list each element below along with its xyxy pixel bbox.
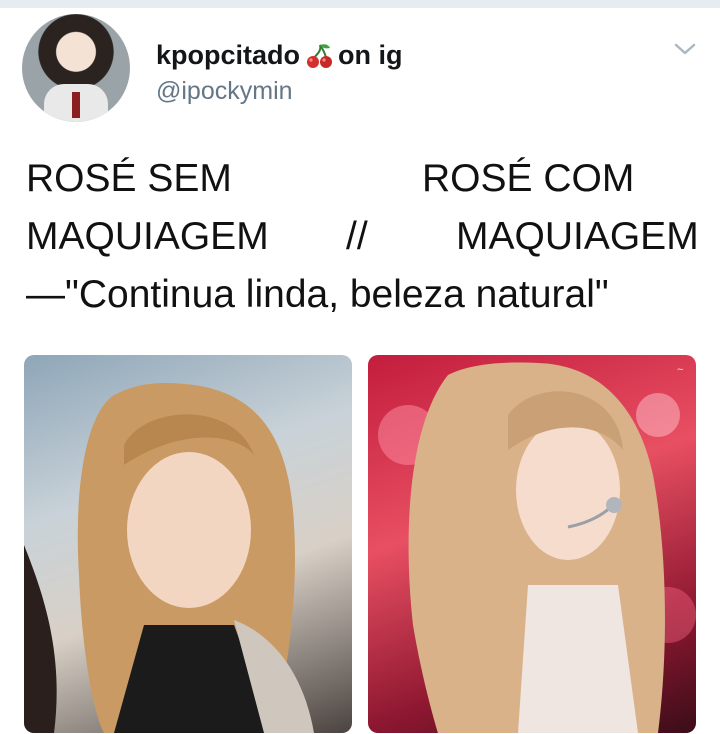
top-divider — [0, 0, 720, 8]
photo-with-makeup[interactable]: ~ — [368, 355, 696, 733]
cherry-icon — [304, 41, 334, 71]
photo-without-makeup[interactable] — [24, 355, 352, 733]
caption-quote: —"Continua linda, beleza natural" — [26, 273, 609, 316]
tweet-media: ~ — [24, 355, 696, 733]
user-handle[interactable]: @ipockymin — [156, 77, 403, 106]
author-names: kpopcitado on ig @ipockymin — [156, 40, 403, 106]
tweet-line-1: ROSÉ SEM ROSÉ COM — [26, 150, 706, 208]
tweet-text: ROSÉ SEM ROSÉ COM MAQUIAGEM // MAQUIAGEM… — [26, 150, 706, 324]
avatar[interactable] — [22, 14, 130, 122]
caption-left-1: ROSÉ SEM — [26, 157, 232, 200]
tweet-line-3: —"Continua linda, beleza natural" — [26, 266, 706, 324]
caption-right-2: MAQUIAGEM — [456, 215, 699, 258]
chevron-down-icon[interactable] — [672, 36, 698, 62]
tweet-line-2: MAQUIAGEM // MAQUIAGEM — [26, 208, 706, 266]
display-name[interactable]: kpopcitado — [156, 40, 300, 71]
tweet-header: kpopcitado on ig @ipockymin — [22, 14, 702, 124]
caption-separator: // — [346, 215, 368, 258]
display-name-suffix: on ig — [338, 40, 403, 70]
caption-left-2: MAQUIAGEM — [26, 215, 269, 258]
watermark: ~ — [676, 365, 684, 375]
display-name-row[interactable]: kpopcitado on ig — [156, 40, 403, 71]
avatar-tie — [72, 92, 80, 118]
caption-right-1: ROSÉ COM — [422, 157, 635, 200]
